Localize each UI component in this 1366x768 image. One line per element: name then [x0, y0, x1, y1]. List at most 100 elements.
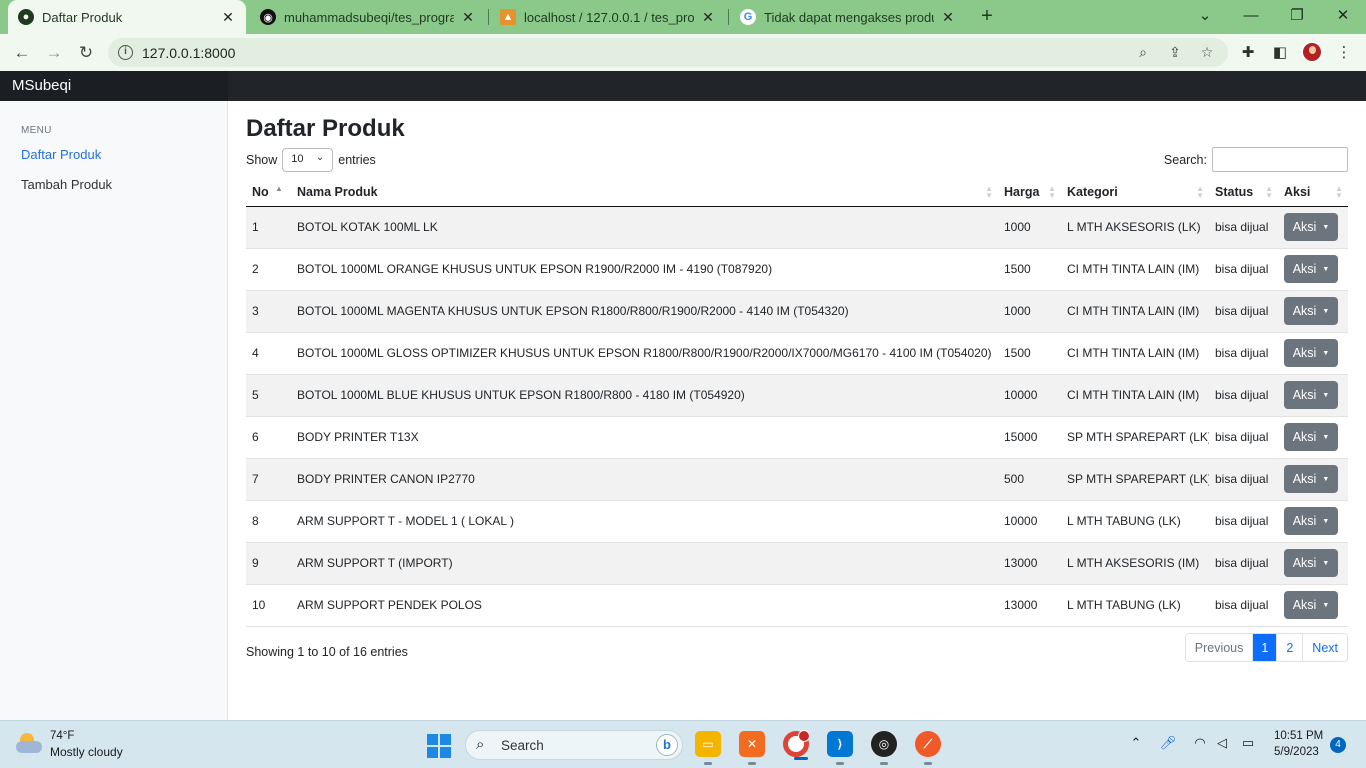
- browser-tab-daftar-produk[interactable]: ● Daftar Produk ✕: [8, 0, 246, 34]
- cell-nama-produk: BOTOL KOTAK 100ML LK: [291, 206, 998, 249]
- column-header-no[interactable]: No ▲: [246, 179, 291, 207]
- cell-kategori: CI MTH TINTA LAIN (IM): [1061, 290, 1209, 333]
- obs-icon[interactable]: ◎: [871, 731, 897, 765]
- clock-time[interactable]: 10:51 PM: [1274, 730, 1323, 742]
- microphone-icon[interactable]: 🎤︎: [1159, 735, 1177, 753]
- profile-avatar[interactable]: [1301, 41, 1323, 63]
- aksi-dropdown-button[interactable]: Aksi ▼: [1284, 213, 1338, 241]
- cell-kategori: L MTH TABUNG (LK): [1061, 584, 1209, 627]
- cell-harga: 10000: [998, 500, 1061, 543]
- cell-aksi: Aksi ▼: [1278, 290, 1348, 333]
- column-header-harga[interactable]: Harga ▲ ▼: [998, 179, 1061, 207]
- pagination-page-2[interactable]: 2: [1276, 634, 1303, 661]
- table-row: 2 BOTOL 1000ML ORANGE KHUSUS UNTUK EPSON…: [246, 248, 1348, 291]
- browser-tab-google[interactable]: G Tidak dapat mengakses produk C ✕: [730, 0, 966, 34]
- sort-icon: ▲ ▼: [1196, 184, 1204, 200]
- chevron-up-icon[interactable]: ⌃: [1127, 735, 1145, 753]
- aksi-dropdown-button[interactable]: Aksi ▼: [1284, 255, 1338, 283]
- battery-icon[interactable]: ▭: [1239, 735, 1257, 753]
- taskbar-search[interactable]: ⌕ Search b: [465, 730, 683, 760]
- pagination-page-1[interactable]: 1: [1252, 634, 1277, 661]
- minimize-icon[interactable]: —: [1228, 0, 1274, 30]
- volume-icon[interactable]: ◁: [1213, 735, 1231, 753]
- sort-icon: ▲ ▼: [1265, 184, 1273, 200]
- sidebar-item-tambah-produk[interactable]: Tambah Produk: [21, 177, 112, 192]
- side-panel-icon[interactable]: ◧: [1270, 43, 1290, 63]
- browser-tab-github[interactable]: ◉ muhammadsubeqi/tes_programm ✕: [250, 0, 486, 34]
- column-header-kategori[interactable]: Kategori ▲ ▼: [1061, 179, 1209, 207]
- sidebar: MENU Daftar Produk Tambah Produk: [0, 101, 228, 720]
- column-header-nama-produk[interactable]: Nama Produk ▲ ▼: [291, 179, 998, 207]
- reload-icon[interactable]: ↻: [74, 41, 98, 65]
- notification-badge[interactable]: 4: [1330, 737, 1346, 753]
- sort-icon: ▲ ▼: [985, 184, 993, 200]
- restore-icon[interactable]: ❐: [1274, 0, 1320, 30]
- github-icon: ◉: [260, 9, 276, 25]
- chrome-menu-icon[interactable]: ⋮: [1334, 43, 1354, 63]
- aksi-dropdown-button[interactable]: Aksi ▼: [1284, 423, 1338, 451]
- tab-title: localhost / 127.0.0.1 / tes_progra: [524, 9, 694, 25]
- table-row: 5 BOTOL 1000ML BLUE KHUSUS UNTUK EPSON R…: [246, 374, 1348, 417]
- table-row: 1 BOTOL KOTAK 100ML LK 1000 L MTH AKSESO…: [246, 206, 1348, 249]
- show-label: Show: [246, 153, 278, 167]
- tab-title: Daftar Produk: [42, 9, 123, 25]
- cell-no: 6: [246, 416, 291, 459]
- search-icon: ⌕: [476, 736, 485, 753]
- close-icon[interactable]: ✕: [460, 9, 476, 26]
- table-row: 6 BODY PRINTER T13X 15000 SP MTH SPAREPA…: [246, 416, 1348, 459]
- address-bar[interactable]: i 127.0.0.1:8000 ⌕ ⇪ ☆: [108, 38, 1228, 67]
- forward-icon[interactable]: →: [42, 41, 66, 65]
- caret-down-icon: ▼: [1322, 391, 1330, 399]
- site-info-icon[interactable]: i: [118, 45, 133, 60]
- brand[interactable]: MSubeqi: [0, 71, 228, 101]
- wifi-icon[interactable]: ◠: [1191, 735, 1209, 753]
- new-tab-button[interactable]: +: [976, 6, 998, 28]
- bing-icon[interactable]: b: [656, 734, 678, 756]
- xampp-icon[interactable]: ✕: [739, 731, 765, 765]
- cell-aksi: Aksi ▼: [1278, 584, 1348, 627]
- back-icon[interactable]: ←: [10, 41, 34, 65]
- aksi-dropdown-button[interactable]: Aksi ▼: [1284, 297, 1338, 325]
- aksi-dropdown-button[interactable]: Aksi ▼: [1284, 549, 1338, 577]
- column-header-status[interactable]: Status ▲ ▼: [1209, 179, 1278, 207]
- cell-kategori: CI MTH TINTA LAIN (IM): [1061, 248, 1209, 291]
- windows-start-icon[interactable]: [427, 734, 451, 758]
- close-icon[interactable]: ✕: [940, 9, 956, 26]
- aksi-dropdown-button[interactable]: Aksi ▼: [1284, 507, 1338, 535]
- zoom-icon[interactable]: ⌕: [1134, 44, 1152, 62]
- pagination-next[interactable]: Next: [1302, 634, 1347, 661]
- cell-harga: 1500: [998, 332, 1061, 375]
- weather-description[interactable]: Mostly cloudy: [50, 745, 123, 759]
- table-row: 7 BODY PRINTER CANON IP2770 500 SP MTH S…: [246, 458, 1348, 501]
- share-icon[interactable]: ⇪: [1166, 44, 1184, 62]
- table-row: 8 ARM SUPPORT T - MODEL 1 ( LOKAL ) 1000…: [246, 500, 1348, 543]
- sidebar-item-daftar-produk[interactable]: Daftar Produk: [21, 147, 101, 162]
- vscode-icon[interactable]: ⟩: [827, 731, 853, 765]
- cell-kategori: L MTH TABUNG (LK): [1061, 500, 1209, 543]
- close-icon[interactable]: ✕: [700, 9, 716, 26]
- postman-icon[interactable]: ⟋: [915, 731, 941, 765]
- search-input[interactable]: [1212, 147, 1348, 172]
- column-header-aksi[interactable]: Aksi ▲ ▼: [1278, 179, 1348, 207]
- window-close-icon[interactable]: ✕: [1320, 0, 1366, 30]
- aksi-dropdown-button[interactable]: Aksi ▼: [1284, 381, 1338, 409]
- aksi-dropdown-button[interactable]: Aksi ▼: [1284, 339, 1338, 367]
- browser-tab-phpmyadmin[interactable]: ▲ localhost / 127.0.0.1 / tes_progra ✕: [490, 0, 726, 34]
- bookmark-star-icon[interactable]: ☆: [1198, 44, 1216, 62]
- clock-date[interactable]: 5/9/2023: [1274, 746, 1319, 758]
- weather-cloudy-icon[interactable]: [16, 733, 44, 755]
- aksi-dropdown-button[interactable]: Aksi ▼: [1284, 591, 1338, 619]
- pagination-previous[interactable]: Previous: [1185, 634, 1253, 661]
- cell-no: 5: [246, 374, 291, 417]
- weather-temperature[interactable]: 74°F: [50, 730, 74, 742]
- file-explorer-icon[interactable]: ▭: [695, 731, 721, 765]
- cell-no: 4: [246, 332, 291, 375]
- close-icon[interactable]: ✕: [220, 9, 236, 26]
- aksi-dropdown-button[interactable]: Aksi ▼: [1284, 465, 1338, 493]
- chrome-icon[interactable]: [783, 730, 810, 760]
- cell-nama-produk: ARM SUPPORT T - MODEL 1 ( LOKAL ): [291, 500, 998, 543]
- cell-aksi: Aksi ▼: [1278, 458, 1348, 501]
- tab-search-icon[interactable]: ⌄: [1182, 0, 1228, 30]
- extensions-icon[interactable]: ✚: [1238, 43, 1258, 63]
- entries-select[interactable]: 10 ⌄: [282, 148, 334, 172]
